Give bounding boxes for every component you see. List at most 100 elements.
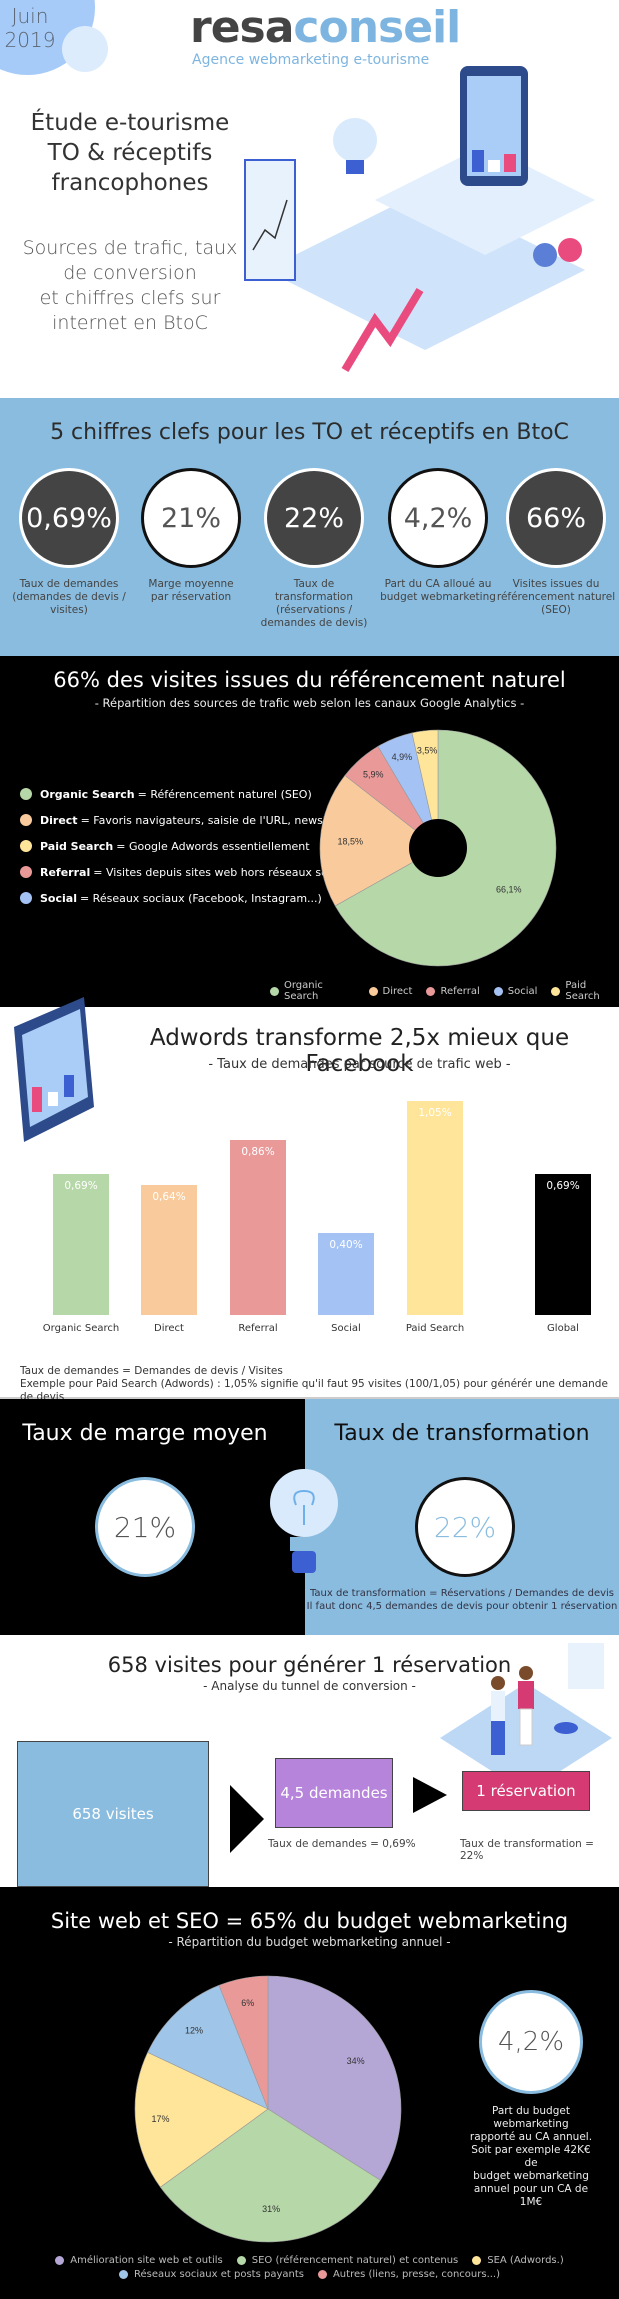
note-line: Soit par exemple 42K€ de (471, 2144, 591, 2169)
office-illustration (244, 66, 595, 373)
bar-category-label: Referral (238, 1323, 278, 1334)
conversion-funnel-section: 658 visites pour générer 1 réservation -… (0, 1635, 619, 1887)
key-figure-label-detail: référencement naturel (SEO) (496, 591, 616, 616)
bar-category-label: Social (331, 1323, 361, 1334)
key-figure-label-main: Marge moyenne (148, 578, 234, 590)
hero-title: Étude e-tourisme TO & réceptifs francoph… (10, 108, 250, 198)
tablet-bar (488, 160, 500, 172)
coins-icon (554, 1722, 578, 1734)
person-figure (558, 238, 582, 262)
funnel-step-requests: 4,5 demandes (275, 1758, 393, 1828)
lightbulb-icon (270, 1469, 338, 1573)
key-figure-label: Taux de demandes (demandes de devis / vis… (9, 578, 129, 617)
legend-row: Réseaux sociaux et posts payants Autres (… (0, 2267, 619, 2281)
tablet-bar (504, 154, 516, 172)
brand-logo: resaconseil (190, 4, 461, 52)
definition-key: Social (40, 891, 77, 905)
hero-section: Juin 2019 resaconseil Agence webmarketin… (0, 0, 619, 398)
bar-global: 0,69% (535, 1174, 591, 1315)
request-rate-section: Adwords transforme 2,5x mieux que Facebo… (0, 997, 619, 1403)
legend-dot (426, 986, 436, 996)
person-head (491, 1676, 505, 1690)
pie-data-label: 66,1% (496, 884, 522, 894)
bar-category-label: Paid Search (405, 1323, 465, 1334)
transformation-rate-label: Taux de transformation = 22% (460, 1838, 594, 1862)
legend-dot (118, 2269, 128, 2279)
funnel-arrow-icon (413, 1777, 447, 1813)
person-body (491, 1691, 505, 1721)
key-figure-label: Marge moyenne par réservation (131, 578, 251, 604)
key-figure-label: Part du CA alloué au budget webmarketing (378, 578, 498, 604)
definition-key: Paid Search (40, 839, 114, 853)
pie-data-label: 12% (185, 2025, 203, 2035)
margin-transformation-section: Taux de marge moyen Taux de transformati… (0, 1399, 619, 1635)
person-figure (533, 243, 557, 267)
bar-value-label: 0,64% (152, 1190, 186, 1203)
key-figure-label-detail: (réservations / demandes de devis) (260, 604, 368, 629)
key-figure-circle: 22% (264, 468, 364, 568)
hero-subtitle-line: de conversion (63, 262, 197, 284)
pie-data-label: 3,5% (417, 746, 438, 756)
legend-label: SEO (référencement naturel) et contenus (251, 2254, 459, 2266)
legend-dot (20, 788, 32, 800)
person-legs (491, 1721, 505, 1755)
funnel-arrow-icon (230, 1785, 264, 1853)
pie-data-label: 31% (262, 2204, 280, 2214)
transformation-note: Taux de transformation = Réservations / … (305, 1587, 619, 1613)
request-rate-label: Taux de demandes = 0,69% (268, 1838, 416, 1850)
margin-value-circle: 21% (95, 1477, 195, 1577)
legend-dot (270, 986, 279, 996)
key-figure-label-detail: budget webmarketing (380, 591, 496, 603)
key-figures-section: 5 chiffres clefs pour les TO et réceptif… (0, 398, 619, 656)
legend-label: Direct (382, 985, 413, 997)
pie-data-label: 34% (347, 2056, 365, 2066)
tablet-bar (472, 150, 484, 172)
legend-row: Amélioration site web et outils SEO (réfé… (0, 2253, 619, 2267)
legend-label: Amélioration site web et outils (70, 2254, 223, 2266)
person-head (519, 1666, 533, 1680)
funnel-step-booking: 1 réservation (462, 1771, 590, 1811)
key-figure-circle: 4,2% (388, 468, 488, 568)
legend-dot (20, 892, 32, 904)
donut-hole (409, 819, 467, 877)
key-figure-circle: 21% (141, 468, 241, 568)
note-line: budget webmarketing (473, 2170, 589, 2182)
bar-value-label: 1,05% (418, 1107, 452, 1119)
key-figure-label-main: Part du CA alloué au (384, 578, 492, 590)
legend-item: Organic Search (270, 980, 355, 1002)
budget-share-circle: 4,2% (479, 1990, 583, 2094)
traffic-chart-legend: Organic Search Direct Referral Social Paid S… (270, 980, 619, 1002)
handshake-illustration (440, 1643, 612, 1773)
funnel-step-visits: 658 visites (17, 1741, 209, 1887)
person-legs (519, 1708, 533, 1746)
date-month: Juin (11, 4, 49, 28)
margin-title: Taux de marge moyen (22, 1421, 268, 1446)
budget-pie-chart: 34% 31% 17% 12% 6% (134, 1975, 402, 2243)
definition-text: = Réseaux sociaux (Facebook, Instagram..… (79, 891, 322, 905)
legend-item: Referral (426, 980, 480, 1002)
legend-dot (20, 814, 32, 826)
bar-value-label: 0,69% (64, 1180, 98, 1193)
key-figures-title: 5 chiffres clefs pour les TO et réceptif… (50, 420, 569, 445)
definition-row: Organic Search = Référencement naturel (S… (20, 781, 358, 807)
definition-key: Referral (40, 865, 91, 879)
bar-value-label: 0,69% (546, 1180, 580, 1193)
key-figure-label-main: Visites issues du (512, 578, 600, 590)
traffic-sources-section: 66% des visites issues du référencement … (0, 656, 619, 1007)
budget-title: Site web et SEO = 65% du budget webmarke… (50, 1909, 569, 1933)
definition-text: = Référencement naturel (SEO) (137, 787, 312, 801)
note-line: rapporté au CA annuel. (469, 2131, 593, 2143)
legend-dot (55, 2255, 65, 2265)
budget-chart-legend: Amélioration site web et outils SEO (réfé… (0, 2253, 619, 2281)
legend-label: Paid Search (565, 980, 600, 1002)
key-figure-circle: 0,69% (19, 468, 119, 568)
legend-label: SEA (Adwords.) (487, 2254, 564, 2266)
note-line: Il faut donc 4,5 demandes de devis pour … (306, 1601, 618, 1612)
legend-dot (236, 2255, 246, 2265)
traffic-donut-chart: 66,1% 18,5% 5,9% 4,9% 3,5% (319, 729, 557, 967)
note-line: Taux de demandes = Demandes de devis / V… (20, 1365, 283, 1377)
bar-paid-search: 1,05% (407, 1101, 463, 1315)
transformation-title: Taux de transformation (334, 1421, 590, 1446)
legend-dot (551, 986, 561, 996)
hero-title-line: francophones (51, 170, 209, 196)
